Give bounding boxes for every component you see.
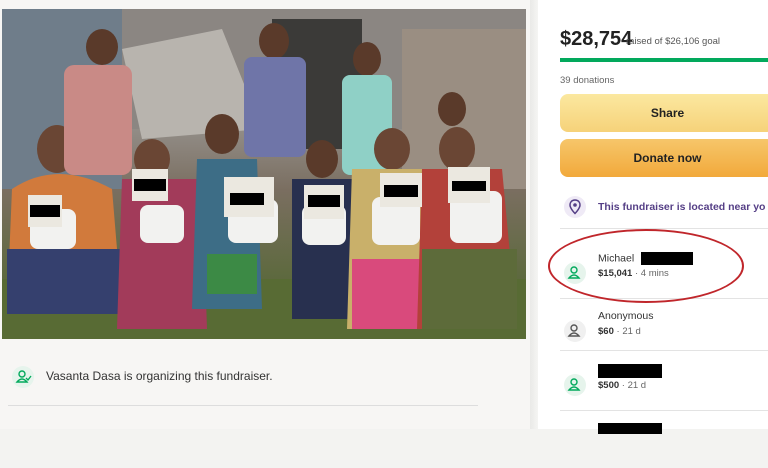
- column-gap: [530, 0, 538, 429]
- donor-time: 21 d: [622, 326, 641, 337]
- progress-fill: [560, 58, 768, 62]
- donor-amount-row: $60 · 21 d: [598, 326, 641, 337]
- donor-icon: [564, 320, 586, 342]
- progress-bar: [560, 58, 768, 62]
- donation-count[interactable]: 39 donations: [560, 75, 614, 86]
- donor-name: Anonymous: [598, 310, 654, 322]
- goal-text: raised of $26,106 goal: [626, 36, 721, 47]
- donate-button[interactable]: Donate now: [560, 139, 768, 177]
- donor-amount: $500: [598, 380, 620, 391]
- divider: [8, 405, 478, 406]
- organizer-text[interactable]: Vasanta Dasa is organizing this fundrais…: [46, 369, 273, 383]
- donor-item: $500 · 21 d: [560, 360, 768, 410]
- name-redaction: [598, 422, 662, 434]
- donor-amount: $60: [598, 326, 614, 337]
- highlight-circle: [548, 229, 744, 303]
- divider: [560, 350, 768, 351]
- amount-raised: $28,754: [560, 28, 633, 50]
- campaign-photo: [2, 9, 526, 339]
- location-pin-icon: [564, 196, 586, 218]
- left-column: Vasanta Dasa is organizing this fundrais…: [0, 0, 530, 429]
- organizer-icon: [12, 366, 34, 388]
- name-redaction: [598, 364, 662, 378]
- organizer-row: Vasanta Dasa is organizing this fundrais…: [0, 360, 520, 396]
- location-text: This fundraiser is located near yo: [598, 201, 766, 213]
- donor-item: [560, 418, 768, 468]
- divider: [560, 410, 768, 411]
- donor-amount-row: $500 · 21 d: [598, 380, 647, 391]
- donor-item: Anonymous $60 · 21 d: [560, 306, 768, 356]
- donor-name: [598, 422, 662, 434]
- donation-sidebar: $28,754 raised of $26,106 goal 39 donati…: [538, 0, 768, 434]
- location-row[interactable]: This fundraiser is located near yo: [560, 196, 768, 218]
- donor-time: 21 d: [627, 380, 647, 391]
- share-button[interactable]: Share: [560, 94, 768, 132]
- donor-icon: [564, 374, 586, 396]
- donor-name: [598, 364, 662, 378]
